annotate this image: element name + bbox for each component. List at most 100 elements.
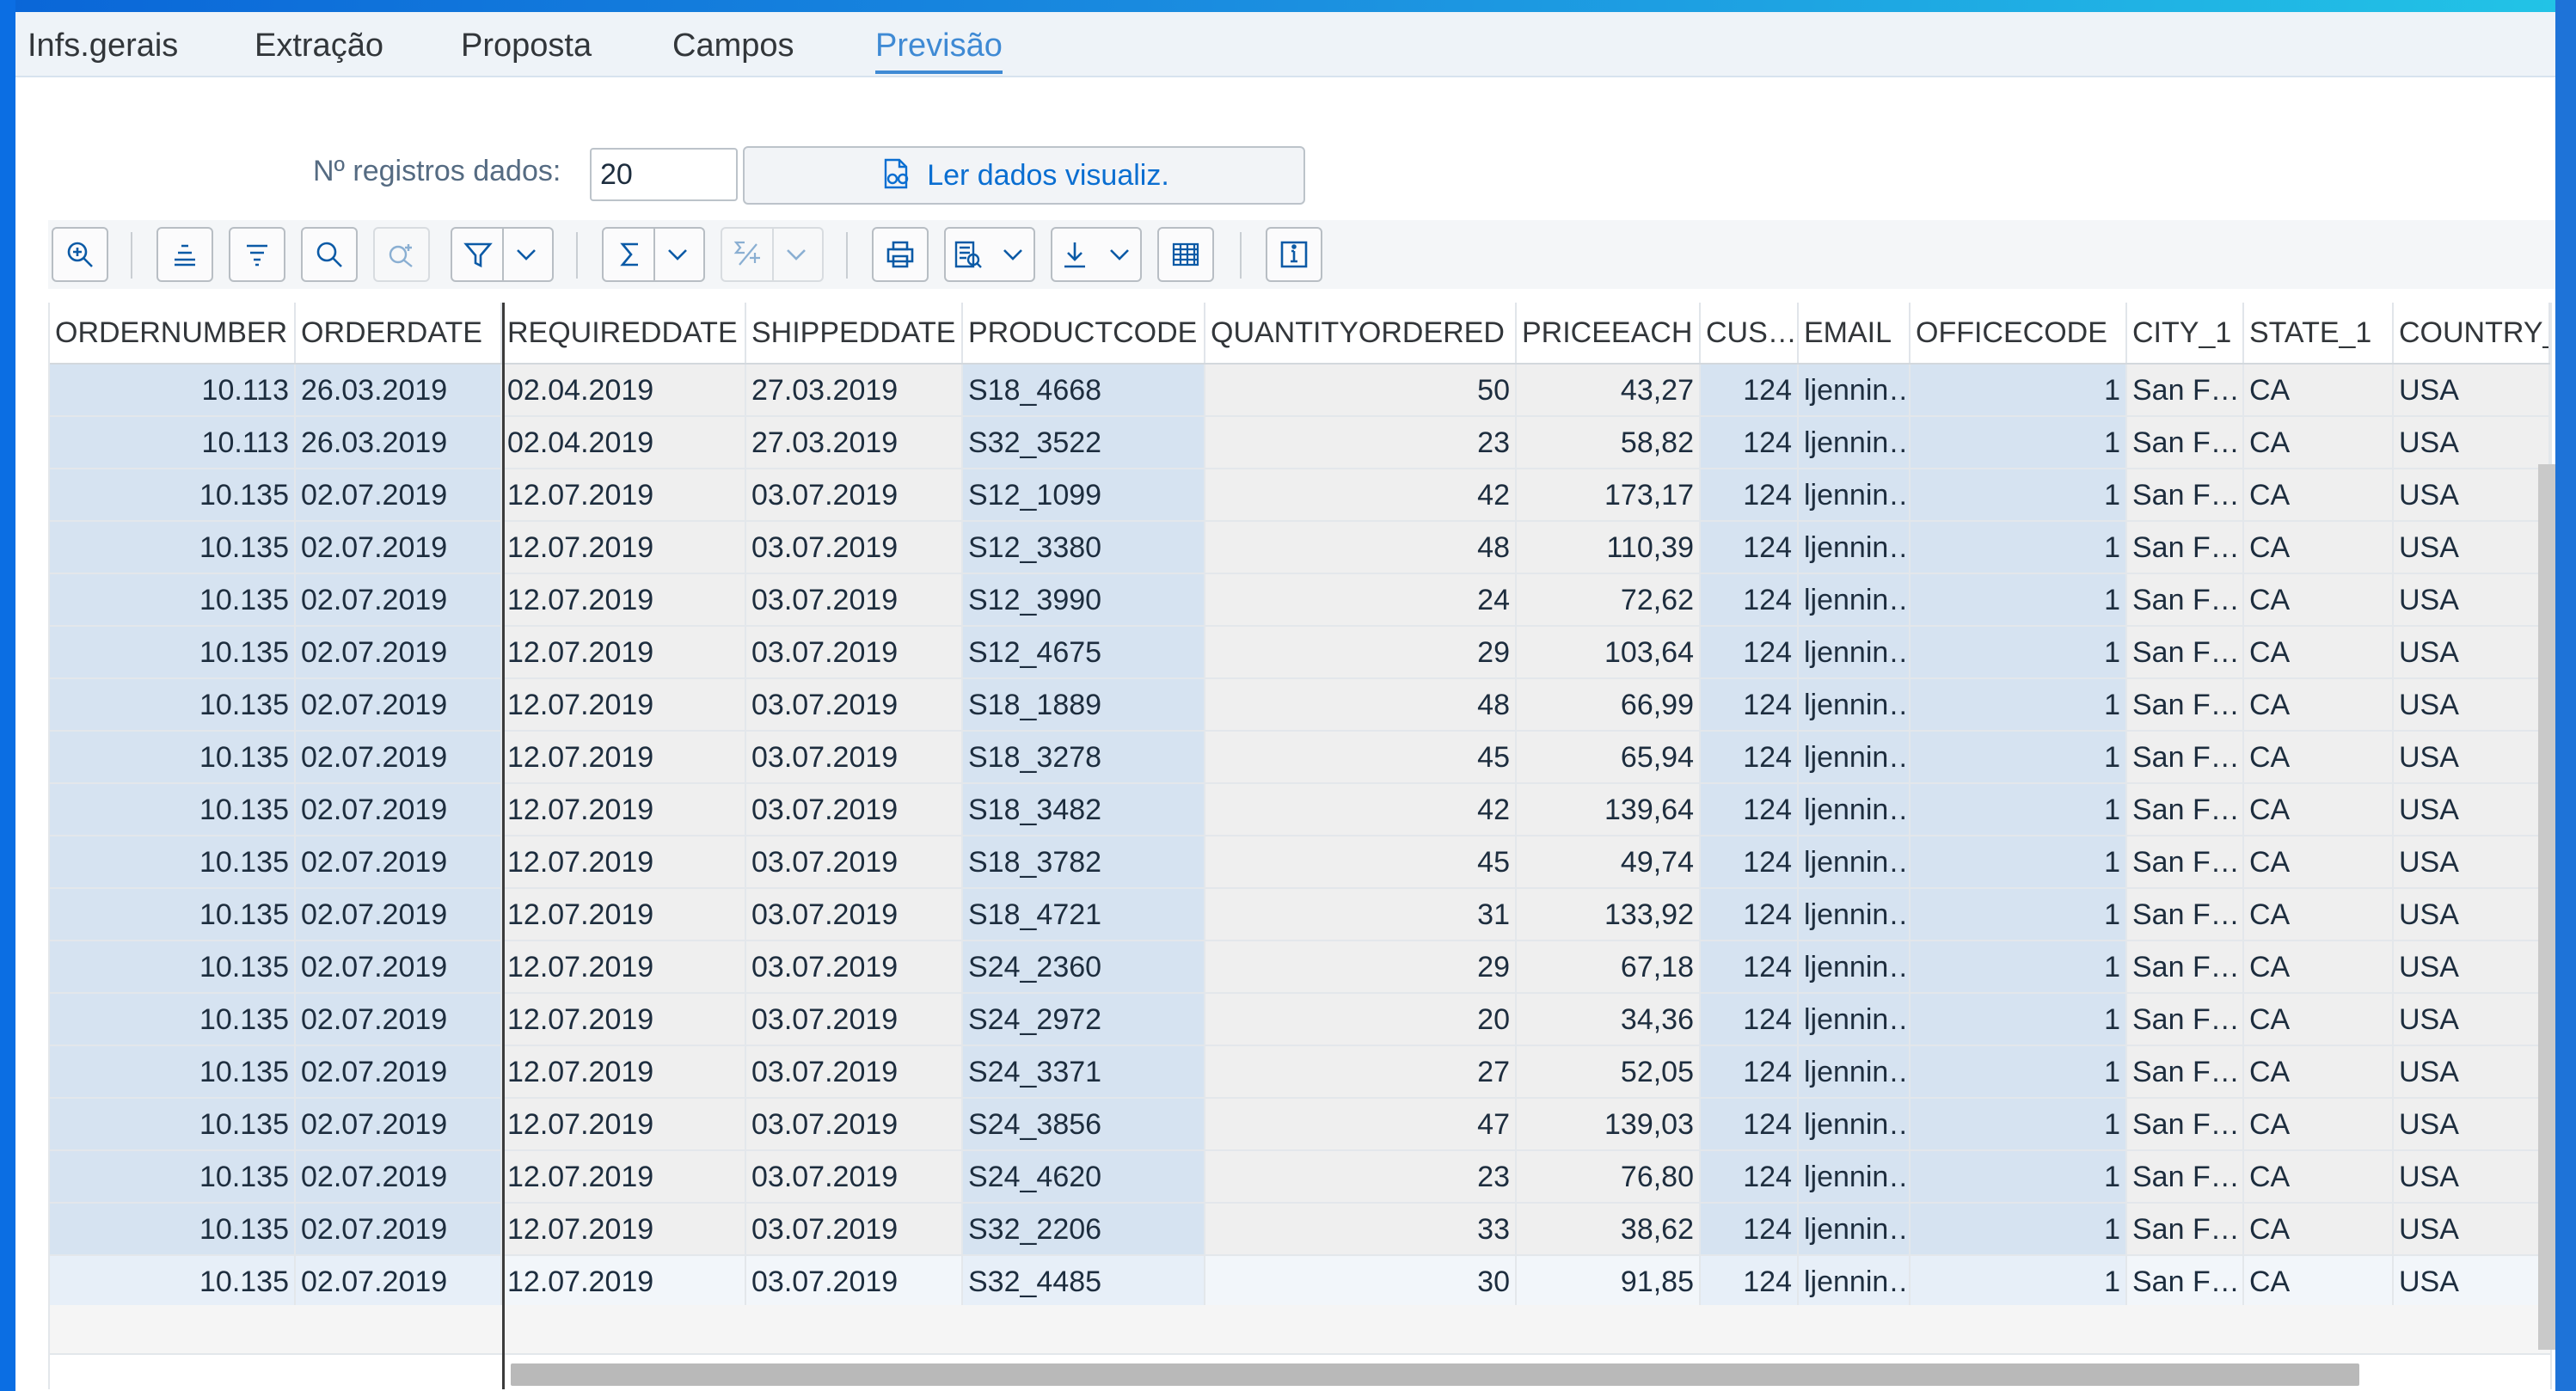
cell-shippeddate[interactable]: 03.07.2019 xyxy=(746,836,963,889)
column-header-ordernumber[interactable]: ORDERNUMBER xyxy=(50,303,296,363)
cell-productcode[interactable]: S32_4485 xyxy=(963,1256,1205,1308)
tab-proposta[interactable]: Proposta xyxy=(461,21,592,70)
cell-orderdate[interactable]: 02.07.2019 xyxy=(296,469,502,522)
cell-priceeach[interactable]: 72,62 xyxy=(1517,574,1701,627)
cell-officecode[interactable]: 1 xyxy=(1911,574,2127,627)
cell-email[interactable]: ljennin… xyxy=(1799,627,1911,679)
cell-shippeddate[interactable]: 03.07.2019 xyxy=(746,1046,963,1099)
cell-city[interactable]: San F… xyxy=(2127,1046,2244,1099)
search-next-button[interactable] xyxy=(373,227,430,282)
cell-orderdate[interactable]: 02.07.2019 xyxy=(296,994,502,1046)
sort-ascending-button[interactable] xyxy=(156,227,213,282)
cell-ordernumber[interactable]: 10.135 xyxy=(50,627,296,679)
search-button[interactable] xyxy=(301,227,358,282)
cell-ordernumber[interactable]: 10.135 xyxy=(50,574,296,627)
cell-requireddate[interactable]: 12.07.2019 xyxy=(502,889,746,941)
cell-city[interactable]: San F… xyxy=(2127,732,2244,784)
cell-email[interactable]: ljennin… xyxy=(1799,417,1911,469)
cell-customer[interactable]: 124 xyxy=(1701,941,1799,994)
cell-priceeach[interactable]: 139,64 xyxy=(1517,784,1701,836)
cell-country[interactable]: USA xyxy=(2394,1256,2550,1308)
cell-state[interactable]: CA xyxy=(2244,1099,2394,1151)
cell-ordernumber[interactable]: 10.135 xyxy=(50,994,296,1046)
cell-quantityordered[interactable]: 29 xyxy=(1205,941,1517,994)
cell-quantityordered[interactable]: 45 xyxy=(1205,732,1517,784)
cell-email[interactable]: ljennin… xyxy=(1799,365,1911,417)
cell-officecode[interactable]: 1 xyxy=(1911,784,2127,836)
sum-button[interactable] xyxy=(602,227,705,282)
print-button[interactable] xyxy=(872,227,929,282)
cell-officecode[interactable]: 1 xyxy=(1911,941,2127,994)
records-count-input[interactable] xyxy=(590,148,738,201)
column-header-email[interactable]: EMAIL xyxy=(1799,303,1911,363)
cell-quantityordered[interactable]: 27 xyxy=(1205,1046,1517,1099)
cell-quantityordered[interactable]: 47 xyxy=(1205,1099,1517,1151)
cell-officecode[interactable]: 1 xyxy=(1911,1204,2127,1256)
cell-email[interactable]: ljennin… xyxy=(1799,889,1911,941)
cell-orderdate[interactable]: 26.03.2019 xyxy=(296,365,502,417)
cell-requireddate[interactable]: 12.07.2019 xyxy=(502,679,746,732)
cell-customer[interactable]: 124 xyxy=(1701,574,1799,627)
cell-ordernumber[interactable]: 10.113 xyxy=(50,417,296,469)
zoom-button[interactable] xyxy=(52,227,108,282)
cell-state[interactable]: CA xyxy=(2244,836,2394,889)
cell-priceeach[interactable]: 110,39 xyxy=(1517,522,1701,574)
cell-quantityordered[interactable]: 33 xyxy=(1205,1204,1517,1256)
cell-country[interactable]: USA xyxy=(2394,1099,2550,1151)
cell-state[interactable]: CA xyxy=(2244,469,2394,522)
views-button[interactable] xyxy=(944,227,1035,282)
cell-email[interactable]: ljennin… xyxy=(1799,1151,1911,1204)
cell-email[interactable]: ljennin… xyxy=(1799,574,1911,627)
tab-campos[interactable]: Campos xyxy=(672,21,794,70)
cell-officecode[interactable]: 1 xyxy=(1911,417,2127,469)
cell-shippeddate[interactable]: 03.07.2019 xyxy=(746,1099,963,1151)
cell-customer[interactable]: 124 xyxy=(1701,417,1799,469)
cell-country[interactable]: USA xyxy=(2394,1046,2550,1099)
cell-ordernumber[interactable]: 10.135 xyxy=(50,679,296,732)
cell-customer[interactable]: 124 xyxy=(1701,627,1799,679)
table-row[interactable]: 10.135 02.07.2019 12.07.2019 03.07.2019 S32_… xyxy=(50,1204,2550,1256)
cell-priceeach[interactable]: 76,80 xyxy=(1517,1151,1701,1204)
cell-priceeach[interactable]: 34,36 xyxy=(1517,994,1701,1046)
cell-shippeddate[interactable]: 03.07.2019 xyxy=(746,732,963,784)
cell-country[interactable]: USA xyxy=(2394,994,2550,1046)
cell-customer[interactable]: 124 xyxy=(1701,365,1799,417)
cell-requireddate[interactable]: 12.07.2019 xyxy=(502,627,746,679)
cell-productcode[interactable]: S24_4620 xyxy=(963,1151,1205,1204)
cell-country[interactable]: USA xyxy=(2394,732,2550,784)
tab-extracao[interactable]: Extração xyxy=(255,21,383,70)
cell-city[interactable]: San F… xyxy=(2127,994,2244,1046)
table-row[interactable]: 10.135 02.07.2019 12.07.2019 03.07.2019 S18_… xyxy=(50,889,2550,941)
column-header-shippeddate[interactable]: SHIPPEDDATE xyxy=(746,303,963,363)
cell-orderdate[interactable]: 02.07.2019 xyxy=(296,627,502,679)
cell-city[interactable]: San F… xyxy=(2127,784,2244,836)
cell-state[interactable]: CA xyxy=(2244,889,2394,941)
cell-state[interactable]: CA xyxy=(2244,365,2394,417)
cell-city[interactable]: San F… xyxy=(2127,417,2244,469)
cell-productcode[interactable]: S12_3990 xyxy=(963,574,1205,627)
cell-priceeach[interactable]: 67,18 xyxy=(1517,941,1701,994)
table-row[interactable]: 10.135 02.07.2019 12.07.2019 03.07.2019 S24_… xyxy=(50,941,2550,994)
cell-quantityordered[interactable]: 23 xyxy=(1205,417,1517,469)
cell-email[interactable]: ljennin… xyxy=(1799,732,1911,784)
cell-state[interactable]: CA xyxy=(2244,417,2394,469)
cell-customer[interactable]: 124 xyxy=(1701,889,1799,941)
table-row[interactable]: 10.135 02.07.2019 12.07.2019 03.07.2019 S24_… xyxy=(50,1046,2550,1099)
cell-orderdate[interactable]: 02.07.2019 xyxy=(296,1046,502,1099)
cell-requireddate[interactable]: 12.07.2019 xyxy=(502,1256,746,1308)
table-row[interactable]: 10.135 02.07.2019 12.07.2019 03.07.2019 S18_… xyxy=(50,679,2550,732)
cell-state[interactable]: CA xyxy=(2244,732,2394,784)
cell-email[interactable]: ljennin… xyxy=(1799,522,1911,574)
column-header-requireddate[interactable]: REQUIREDDATE xyxy=(502,303,746,363)
cell-country[interactable]: USA xyxy=(2394,574,2550,627)
table-row[interactable]: 10.135 02.07.2019 12.07.2019 03.07.2019 S32_… xyxy=(50,1256,2550,1308)
cell-orderdate[interactable]: 26.03.2019 xyxy=(296,417,502,469)
cell-ordernumber[interactable]: 10.135 xyxy=(50,522,296,574)
table-row[interactable]: 10.113 26.03.2019 02.04.2019 27.03.2019 S32_… xyxy=(50,417,2550,469)
cell-city[interactable]: San F… xyxy=(2127,836,2244,889)
cell-requireddate[interactable]: 02.04.2019 xyxy=(502,365,746,417)
cell-ordernumber[interactable]: 10.135 xyxy=(50,784,296,836)
cell-country[interactable]: USA xyxy=(2394,679,2550,732)
cell-state[interactable]: CA xyxy=(2244,679,2394,732)
cell-customer[interactable]: 124 xyxy=(1701,469,1799,522)
